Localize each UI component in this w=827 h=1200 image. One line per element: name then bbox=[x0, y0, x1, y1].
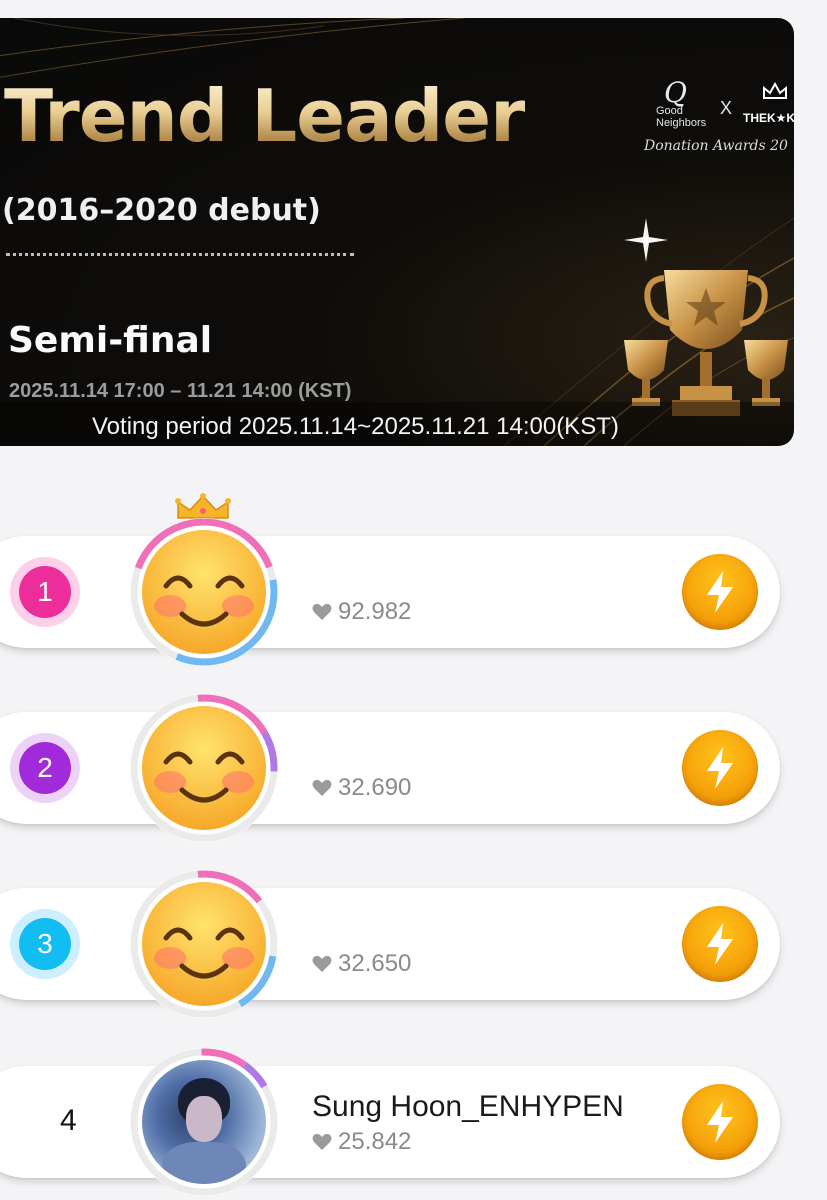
collab-separator: X bbox=[720, 98, 733, 118]
banner-title: Trend Leader bbox=[4, 74, 526, 158]
lightning-icon bbox=[707, 571, 733, 613]
heart-icon bbox=[312, 955, 332, 972]
banner-subtitle: (2016–2020 debut) bbox=[2, 193, 321, 228]
vote-button[interactable] bbox=[682, 906, 758, 982]
avatar[interactable] bbox=[130, 1048, 278, 1196]
crown-logo-icon bbox=[763, 82, 787, 99]
member-name: Sung Hoon_ENHYPEN bbox=[312, 1090, 624, 1123]
vote-count: 92.982 bbox=[338, 598, 412, 625]
partner-logos: Q Good Neighbors X THEK★KI Donation Awar… bbox=[636, 66, 794, 166]
avatar[interactable] bbox=[130, 694, 278, 842]
smiling-face-emoji-icon bbox=[142, 530, 266, 654]
ranking-row-2[interactable]: 2 32.690 bbox=[0, 694, 780, 842]
rank-badge: 3 bbox=[10, 909, 80, 979]
ranking-row-1[interactable]: 1 92.982 bbox=[0, 493, 780, 666]
donation-awards-text: Donation Awards 20 bbox=[644, 138, 788, 154]
round-dates: 2025.11.14 17:00 – 11.21 14:00 (KST) bbox=[9, 380, 352, 402]
rank-badge: 2 bbox=[10, 733, 80, 803]
vote-count-line: 92.982 bbox=[312, 598, 411, 626]
good-neighbors-text: Good Neighbors bbox=[656, 105, 707, 129]
divider bbox=[6, 253, 354, 256]
vote-count: 32.690 bbox=[338, 774, 412, 801]
thekking-logo: THEK★KI bbox=[743, 111, 794, 125]
member-photo bbox=[142, 1060, 266, 1184]
vote-count: 32.650 bbox=[338, 950, 412, 977]
ranking-row-3[interactable]: 3 32.650 bbox=[0, 870, 780, 1018]
vote-button[interactable] bbox=[682, 1084, 758, 1160]
heart-icon bbox=[312, 779, 332, 796]
vote-count: 25.842 bbox=[338, 1128, 412, 1155]
lightning-icon bbox=[707, 1101, 733, 1143]
lightning-icon bbox=[707, 747, 733, 789]
avatar[interactable] bbox=[130, 518, 278, 666]
smiling-face-emoji-icon bbox=[142, 882, 266, 1006]
avatar[interactable] bbox=[130, 870, 278, 1018]
lightning-icon bbox=[707, 923, 733, 965]
smiling-face-emoji-icon bbox=[142, 706, 266, 830]
heart-icon bbox=[312, 1133, 332, 1150]
vote-count-line: 32.650 bbox=[312, 950, 411, 978]
vote-count-line: 25.842 bbox=[312, 1128, 411, 1156]
vote-button[interactable] bbox=[682, 730, 758, 806]
event-banner: Trend Leader (2016–2020 debut) Semi-fina… bbox=[0, 18, 794, 446]
rank-badge: 1 bbox=[10, 557, 80, 627]
rank-number: 4 bbox=[60, 1104, 77, 1137]
heart-icon bbox=[312, 603, 332, 620]
round-label: Semi-final bbox=[8, 320, 213, 361]
ranking-row-4[interactable]: 4 Sung Hoon_ENHYPEN 25.842 bbox=[0, 1048, 780, 1196]
vote-button[interactable] bbox=[682, 554, 758, 630]
voting-period-text: Voting period 2025.11.14~2025.11.21 14:0… bbox=[92, 413, 619, 440]
vote-count-line: 32.690 bbox=[312, 774, 411, 802]
